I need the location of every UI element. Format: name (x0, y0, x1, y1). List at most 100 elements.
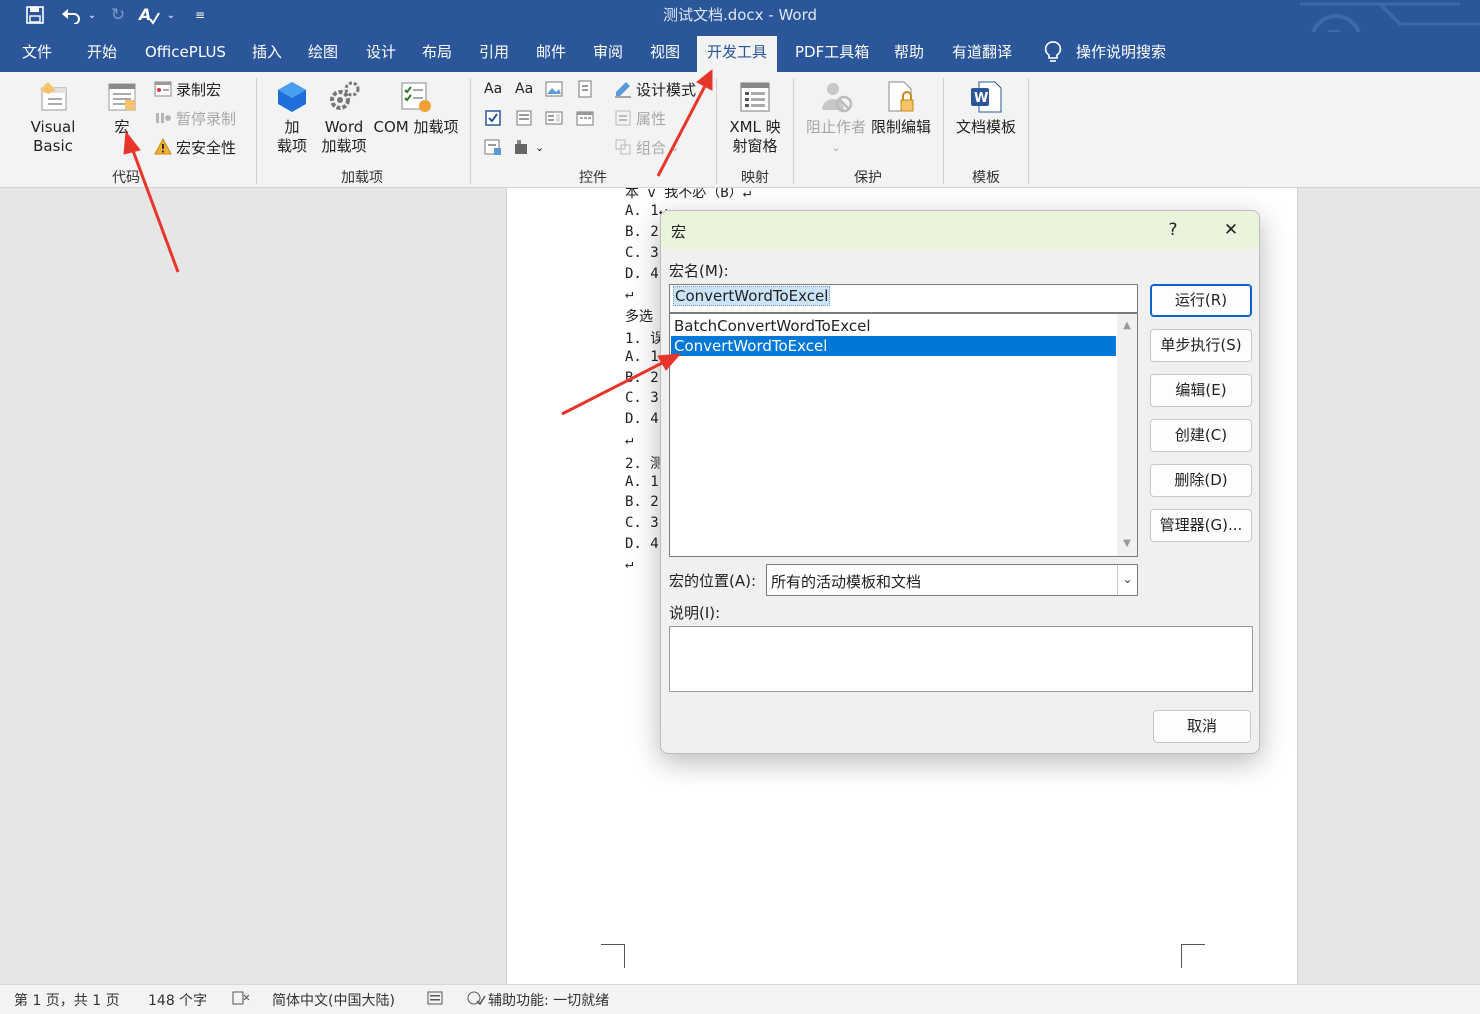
repeating-section-control-icon[interactable] (484, 136, 502, 158)
tab-youdao[interactable]: 有道翻译 (952, 32, 1012, 72)
scroll-up-icon[interactable]: ▲ (1117, 316, 1137, 336)
xml-mapping-pane-button[interactable]: XML 映 射窗格 (722, 80, 788, 156)
tab-design[interactable]: 设计 (366, 32, 396, 72)
tab-pdf-toolbox[interactable]: PDF工具箱 (795, 32, 869, 72)
help-button[interactable]: ? (1155, 217, 1191, 243)
cancel-button[interactable]: 取消 (1153, 710, 1251, 743)
xml-mapping-icon (738, 80, 772, 114)
tab-layout[interactable]: 布局 (422, 32, 452, 72)
word-addins-label-2: 加载项 (321, 137, 367, 155)
doc-line: ↵ (625, 556, 634, 572)
record-macro-button[interactable]: 录制宏 (154, 78, 221, 100)
tab-review[interactable]: 审阅 (593, 32, 623, 72)
macro-location-select[interactable]: 所有的活动模板和文档 ⌄ (766, 564, 1138, 596)
lightbulb-icon[interactable] (1044, 32, 1064, 72)
close-icon[interactable]: ✕ (1213, 217, 1249, 243)
language-indicator[interactable]: 简体中文(中国大陆) (272, 990, 395, 1010)
macro-name-value: ConvertWordToExcel (673, 286, 831, 306)
tab-officeplus[interactable]: OfficePLUS (145, 32, 226, 72)
rich-text-content-control[interactable]: Aa (484, 78, 502, 100)
macro-security-button[interactable]: 宏安全性 (154, 136, 236, 158)
macro-list-item[interactable]: BatchConvertWordToExcel (671, 316, 1116, 336)
create-button[interactable]: 创建(C) (1150, 419, 1252, 452)
macro-list-item-selected[interactable]: ConvertWordToExcel (671, 336, 1116, 356)
step-into-button[interactable]: 单步执行(S) (1150, 329, 1252, 362)
pause-recording-label: 暂停录制 (176, 109, 237, 128)
title-bar: ⌄ ↻ A ⌄ ≡ 测试文档.docx - Word (0, 0, 1480, 66)
addins-label-1: 加 (284, 118, 300, 136)
document-template-button[interactable]: W 文档模板 (950, 80, 1022, 137)
xml-mapping-label-1: XML 映 (729, 118, 781, 136)
tell-me-search[interactable]: 操作说明搜索 (1076, 32, 1166, 72)
doc-line: B. 2 (625, 370, 659, 386)
pause-icon (156, 113, 171, 123)
page-count[interactable]: 第 1 页，共 1 页 (14, 990, 120, 1010)
word-addins-button[interactable]: Word 加载项 (318, 80, 370, 156)
ribbon-separator (256, 78, 257, 184)
accessibility-status[interactable]: 辅助功能: 一切就绪 (488, 990, 609, 1010)
scroll-down-icon[interactable]: ▼ (1117, 534, 1137, 554)
word-count[interactable]: 148 个字 (148, 990, 207, 1010)
group-label-code: 代码 (112, 170, 140, 186)
visual-basic-label: Visual Basic (30, 118, 76, 155)
combo-box-control-icon[interactable] (515, 107, 533, 129)
tab-file[interactable]: 文件 (22, 32, 52, 72)
macro-location-label: 宏的位置(A): (669, 572, 757, 590)
organizer-button[interactable]: 管理器(G)... (1150, 509, 1252, 542)
tab-home[interactable]: 开始 (87, 32, 117, 72)
macro-name-input[interactable]: ConvertWordToExcel (669, 284, 1138, 313)
warning-icon (154, 138, 172, 155)
properties-icon (615, 110, 631, 126)
dialog-title-bar[interactable]: 宏 ? ✕ (661, 211, 1259, 249)
checkbox-control-icon[interactable] (484, 107, 502, 129)
run-button[interactable]: 运行(R) (1150, 284, 1252, 317)
building-block-control-icon[interactable] (576, 78, 594, 100)
chevron-down-icon[interactable]: ⌄ (1117, 565, 1137, 595)
tab-references[interactable]: 引用 (479, 32, 509, 72)
doc-line: B. 2 (625, 224, 659, 240)
properties-button: 属性 (614, 107, 666, 129)
edit-button[interactable]: 编辑(E) (1150, 374, 1252, 407)
restrict-editing-button[interactable]: 限制编辑 (870, 80, 932, 137)
accessibility-icon[interactable] (466, 990, 486, 1010)
doc-line: ↵ (625, 432, 634, 448)
date-picker-control-icon[interactable] (576, 107, 594, 129)
macros-icon (105, 80, 139, 114)
description-label: 说明(I): (669, 604, 721, 622)
addins-button[interactable]: 加 载项 (272, 80, 312, 156)
block-authors-icon (819, 80, 853, 114)
tab-insert[interactable]: 插入 (252, 32, 282, 72)
design-mode-button[interactable]: 设计模式 (614, 78, 696, 100)
ribbon-separator (793, 78, 794, 184)
group-label: 组合 (636, 138, 667, 157)
macro-list[interactable]: BatchConvertWordToExcel ConvertWordToExc… (669, 313, 1138, 557)
tab-draw[interactable]: 绘图 (308, 32, 338, 72)
dialog-title: 宏 (671, 223, 687, 241)
picture-control-icon[interactable] (545, 78, 563, 100)
ribbon-tabs: 文件 开始 OfficePLUS 插入 绘图 设计 布局 引用 邮件 审阅 视图… (0, 32, 1480, 72)
dropdown-list-control-icon[interactable] (545, 107, 563, 129)
tab-mailings[interactable]: 邮件 (536, 32, 566, 72)
svg-text:W: W (974, 91, 988, 106)
status-bar: 第 1 页，共 1 页 148 个字 简体中文(中国大陆) 辅助功能: 一切就绪 (0, 984, 1480, 1014)
delete-button[interactable]: 删除(D) (1150, 464, 1252, 497)
word-addins-label-1: Word (324, 118, 364, 136)
macro-list-scrollbar[interactable]: ▲ ▼ (1117, 314, 1137, 556)
legacy-tools-button[interactable]: ⌄ (513, 136, 544, 158)
proofing-icon[interactable] (232, 990, 250, 1010)
plain-text-content-control[interactable]: Aa (515, 78, 533, 100)
legacy-tools-icon (515, 140, 527, 154)
visual-basic-button[interactable]: Visual Basic (10, 80, 96, 156)
tab-help[interactable]: 帮助 (894, 32, 924, 72)
visual-basic-icon (36, 80, 70, 114)
macro-location-value: 所有的活动模板和文档 (771, 573, 922, 591)
macros-label: 宏 (114, 118, 130, 136)
macros-button[interactable]: 宏 (100, 80, 144, 137)
com-addins-icon (399, 80, 433, 114)
doc-line: 本 v 我不必（B）↵ (625, 188, 752, 201)
doc-line: 多选 (625, 309, 653, 325)
tab-view[interactable]: 视图 (650, 32, 680, 72)
track-changes-icon[interactable] (426, 990, 444, 1010)
tab-developer[interactable]: 开发工具 (697, 36, 778, 72)
com-addins-button[interactable]: COM 加载项 (372, 80, 460, 137)
